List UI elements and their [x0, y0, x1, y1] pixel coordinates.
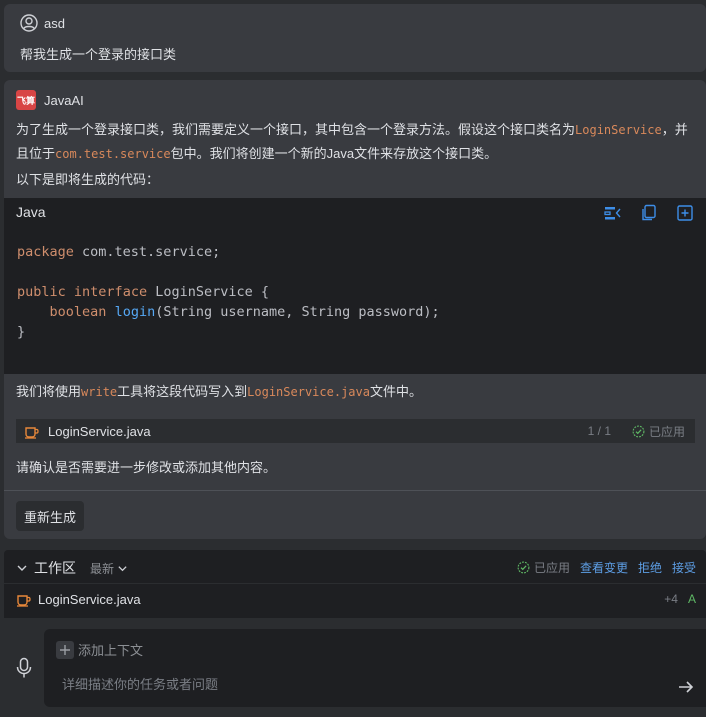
ai-logo: 飞算: [16, 90, 36, 110]
code-token: login: [114, 304, 156, 320]
class-name-highlight: LoginService: [575, 123, 662, 137]
plus-icon: [56, 640, 74, 659]
workspace-status-label: 已应用: [533, 561, 570, 575]
code-token: public: [17, 284, 66, 300]
check-circle-icon: [632, 425, 645, 437]
additions-count: +4: [664, 592, 678, 606]
intro-text-2: ，并: [661, 122, 688, 137]
code-token: (String username, String password);: [155, 304, 440, 320]
workspace-file-item[interactable]: LoginService.java: [16, 591, 141, 607]
applied-file-row[interactable]: LoginService.java 1 / 1 已应用: [16, 419, 695, 443]
workspace-actions: 已应用 查看变更 拒绝 接受: [517, 559, 696, 576]
ai-paragraph-intro: 为了生成一个登录接口类，我们需要定义一个接口，其中包含一个登录方法。假设这个接口…: [16, 118, 692, 166]
code-block: Java package com.test.service; public in…: [4, 198, 706, 374]
tool-highlight: write: [81, 385, 118, 399]
chevron-down-icon: [118, 565, 127, 571]
file-name: LoginService.java: [48, 423, 151, 439]
code-content: package com.test.service; public interfa…: [17, 242, 440, 342]
divider: [4, 490, 706, 491]
reject-link[interactable]: 拒绝: [638, 559, 662, 576]
new-file-icon[interactable]: [676, 204, 694, 222]
code-token: }: [17, 324, 26, 340]
ai-header: 飞算 JavaAI: [16, 90, 84, 110]
code-token: com.test.service;: [73, 244, 221, 260]
workspace-title: 工作区: [34, 560, 76, 576]
ai-paragraph-write: 我们将使用write工具将这段代码写入到LoginService.java文件中…: [16, 380, 692, 404]
task-input[interactable]: [62, 673, 662, 695]
filter-label: 最新: [90, 561, 115, 576]
workspace-divider: [4, 583, 706, 584]
package-highlight: com.test.service: [55, 147, 171, 161]
intro-text-3: 且位于: [16, 146, 56, 161]
code-token: LoginService {: [147, 284, 269, 300]
workspace-filter[interactable]: 最新: [90, 560, 128, 577]
insert-code-icon[interactable]: [604, 204, 622, 222]
code-toolbar: [604, 204, 694, 222]
file-added-status: A: [687, 592, 696, 606]
code-language-label: Java: [16, 204, 46, 220]
file-status-label: 已应用: [648, 424, 685, 439]
add-context-button[interactable]: 添加上下文: [56, 640, 143, 659]
user-avatar-icon: [20, 14, 38, 32]
check-circle-icon: [517, 561, 530, 574]
java-file-icon: [17, 595, 31, 607]
add-context-label: 添加上下文: [78, 643, 144, 658]
copy-icon[interactable]: [640, 204, 658, 222]
intro-text: 为了生成一个登录接口类，我们需要定义一个接口，其中包含一个登录方法。假设这个接口…: [16, 122, 576, 137]
code-token: package: [17, 244, 74, 260]
microphone-icon[interactable]: [15, 657, 33, 679]
file-count: 1 / 1: [587, 424, 611, 438]
ai-paragraph-confirm: 请确认是否需要进一步修改或添加其他内容。: [16, 460, 277, 475]
ai-message-card: 飞算 JavaAI 为了生成一个登录接口类，我们需要定义一个接口，其中包含一个登…: [4, 80, 706, 539]
java-file-icon: [25, 427, 39, 439]
code-token: interface: [73, 284, 148, 300]
view-changes-link[interactable]: 查看变更: [580, 559, 628, 576]
send-arrow-icon[interactable]: [678, 679, 694, 695]
ai-name: JavaAI: [44, 92, 84, 108]
code-token: boolean: [49, 304, 107, 320]
write-text-2: 工具将这段代码写入到: [117, 384, 248, 399]
file-highlight: LoginService.java: [247, 385, 370, 399]
workspace-header[interactable]: 工作区 最新: [16, 558, 128, 578]
workspace-file-name: LoginService.java: [38, 591, 141, 607]
write-text-3: 文件中。: [369, 384, 422, 399]
write-text: 我们将使用: [16, 384, 82, 399]
file-status: 已应用: [632, 423, 685, 440]
user-header: asd: [20, 14, 65, 32]
user-message-text: 帮我生成一个登录的接口类: [20, 47, 177, 62]
chevron-down-icon[interactable]: [16, 562, 28, 574]
user-name: asd: [44, 15, 65, 31]
accept-link[interactable]: 接受: [672, 559, 696, 576]
chat-input-area: 添加上下文: [44, 629, 706, 707]
workspace-status: 已应用: [517, 559, 570, 576]
ai-paragraph-code-intro: 以下是即将生成的代码：: [16, 172, 160, 187]
workspace-file-stats: +4 A: [664, 592, 696, 606]
user-message-card: asd 帮我生成一个登录的接口类: [4, 4, 706, 72]
intro-text-4: 包中。我们将创建一个新的Java文件来存放这个接口类。: [170, 146, 498, 161]
regenerate-button[interactable]: 重新生成: [16, 501, 85, 531]
workspace-panel: 工作区 最新 已应用 查看变更 拒绝 接受 LoginService.java …: [4, 550, 706, 618]
